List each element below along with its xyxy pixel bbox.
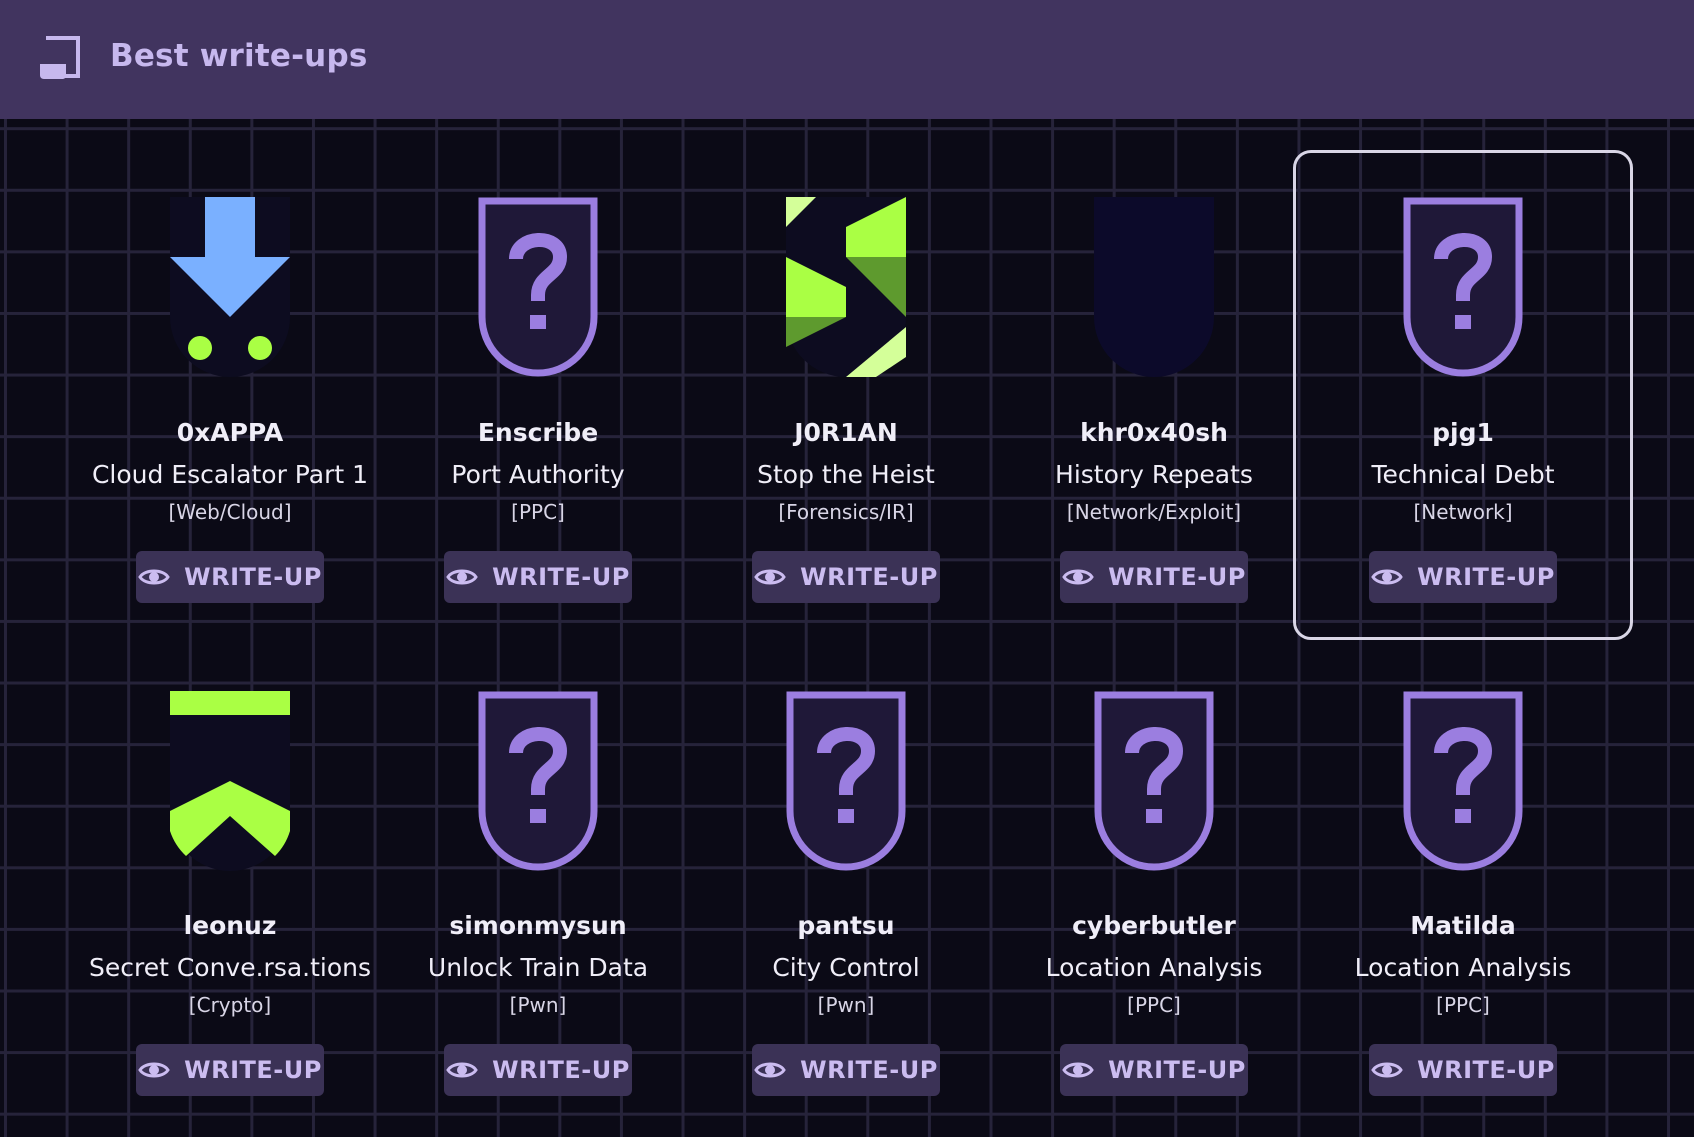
page-header: Best write-ups xyxy=(0,0,1694,119)
eye-icon xyxy=(754,1062,786,1078)
view-writeup-button[interactable]: WRITE-UP xyxy=(1369,551,1557,603)
button-label: WRITE-UP xyxy=(184,1056,322,1084)
eye-icon xyxy=(1371,569,1403,585)
button-label: WRITE-UP xyxy=(492,563,630,591)
unknown-question-badge-icon xyxy=(478,197,598,377)
challenge-title: History Repeats xyxy=(1055,460,1253,489)
button-label: WRITE-UP xyxy=(1108,1056,1246,1084)
challenge-category: [Network/Exploit] xyxy=(1066,500,1242,524)
view-writeup-button[interactable]: WRITE-UP xyxy=(136,551,324,603)
challenge-category: [Network] xyxy=(1413,500,1513,524)
challenge-category: [PPC] xyxy=(1127,993,1181,1017)
challenge-title: Port Authority xyxy=(451,460,625,489)
writeup-card: cyberbutler Location Analysis [PPC] WRIT… xyxy=(984,643,1324,1133)
author-name: pjg1 xyxy=(1432,418,1494,447)
writeup-card: leonuz Secret Conve.rsa.tions [Crypto] W… xyxy=(60,643,400,1133)
writeup-card: Enscribe Port Authority [PPC] WRITE-UP xyxy=(368,150,708,640)
author-name: pantsu xyxy=(797,911,895,940)
writeup-document-icon xyxy=(40,36,80,79)
author-name: Matilda xyxy=(1410,911,1516,940)
writeup-card: Matilda Location Analysis [PPC] WRITE-UP xyxy=(1293,643,1633,1133)
page-title: Best write-ups xyxy=(110,38,368,74)
challenge-title: Secret Conve.rsa.tions xyxy=(88,953,372,982)
challenge-title: City Control xyxy=(772,953,920,982)
unknown-question-badge-icon xyxy=(1403,197,1523,377)
challenge-title: Location Analysis xyxy=(1354,953,1572,982)
challenge-title: Stop the Heist xyxy=(757,460,935,489)
eye-icon xyxy=(446,569,478,585)
eye-icon xyxy=(138,569,170,585)
challenge-category: [Forensics/IR] xyxy=(778,500,914,524)
challenge-category: [Pwn] xyxy=(817,993,875,1017)
writeup-card: 0xAPPA Cloud Escalator Part 1 [Web/Cloud… xyxy=(60,150,400,640)
button-label: WRITE-UP xyxy=(1417,1056,1555,1084)
challenge-category: [PPC] xyxy=(511,500,565,524)
button-label: WRITE-UP xyxy=(492,1056,630,1084)
green-chevron-badge-icon xyxy=(170,691,290,871)
challenge-category: [Pwn] xyxy=(509,993,567,1017)
challenge-title: Location Analysis xyxy=(1045,953,1263,982)
eye-icon xyxy=(446,1062,478,1078)
button-label: WRITE-UP xyxy=(1108,563,1246,591)
author-name: cyberbutler xyxy=(1072,911,1236,940)
dark-blank-badge-icon xyxy=(1094,197,1214,377)
author-name: leonuz xyxy=(183,911,277,940)
author-name: khr0x40sh xyxy=(1080,418,1228,447)
eye-icon xyxy=(1062,1062,1094,1078)
author-name: J0R1AN xyxy=(794,418,898,447)
view-writeup-button[interactable]: WRITE-UP xyxy=(752,1044,940,1096)
challenge-category: [Web/Cloud] xyxy=(168,500,292,524)
writeup-card: khr0x40sh History Repeats [Network/Explo… xyxy=(984,150,1324,640)
view-writeup-button[interactable]: WRITE-UP xyxy=(136,1044,324,1096)
challenge-title: Cloud Escalator Part 1 xyxy=(91,460,369,489)
unknown-question-badge-icon xyxy=(478,691,598,871)
challenge-title: Unlock Train Data xyxy=(427,953,649,982)
button-label: WRITE-UP xyxy=(800,563,938,591)
view-writeup-button[interactable]: WRITE-UP xyxy=(1060,1044,1248,1096)
button-label: WRITE-UP xyxy=(800,1056,938,1084)
writeups-page: Best write-ups 0xAPPA Cloud Escalator Pa… xyxy=(0,0,1694,1137)
view-writeup-button[interactable]: WRITE-UP xyxy=(752,551,940,603)
challenge-category: [Crypto] xyxy=(188,993,272,1017)
eye-icon xyxy=(1371,1062,1403,1078)
view-writeup-button[interactable]: WRITE-UP xyxy=(1060,551,1248,603)
writeup-card: simonmysun Unlock Train Data [Pwn] WRITE… xyxy=(368,643,708,1133)
writeup-card: pantsu City Control [Pwn] WRITE-UP xyxy=(676,643,1016,1133)
author-name: Enscribe xyxy=(477,418,599,447)
view-writeup-button[interactable]: WRITE-UP xyxy=(1369,1044,1557,1096)
eye-icon xyxy=(754,569,786,585)
author-name: simonmysun xyxy=(449,911,627,940)
unknown-question-badge-icon xyxy=(1094,691,1214,871)
view-writeup-button[interactable]: WRITE-UP xyxy=(444,551,632,603)
challenge-title: Technical Debt xyxy=(1371,460,1555,489)
green-s-badge-icon xyxy=(786,197,906,377)
writeup-card-selected[interactable]: pjg1 Technical Debt [Network] WRITE-UP xyxy=(1293,150,1633,640)
challenge-category: [PPC] xyxy=(1436,993,1490,1017)
button-label: WRITE-UP xyxy=(1417,563,1555,591)
download-arrow-badge-icon xyxy=(170,197,290,377)
author-name: 0xAPPA xyxy=(176,418,284,447)
writeup-card: J0R1AN Stop the Heist [Forensics/IR] WRI… xyxy=(676,150,1016,640)
unknown-question-badge-icon xyxy=(786,691,906,871)
view-writeup-button[interactable]: WRITE-UP xyxy=(444,1044,632,1096)
unknown-question-badge-icon xyxy=(1403,691,1523,871)
eye-icon xyxy=(138,1062,170,1078)
eye-icon xyxy=(1062,569,1094,585)
button-label: WRITE-UP xyxy=(184,563,322,591)
